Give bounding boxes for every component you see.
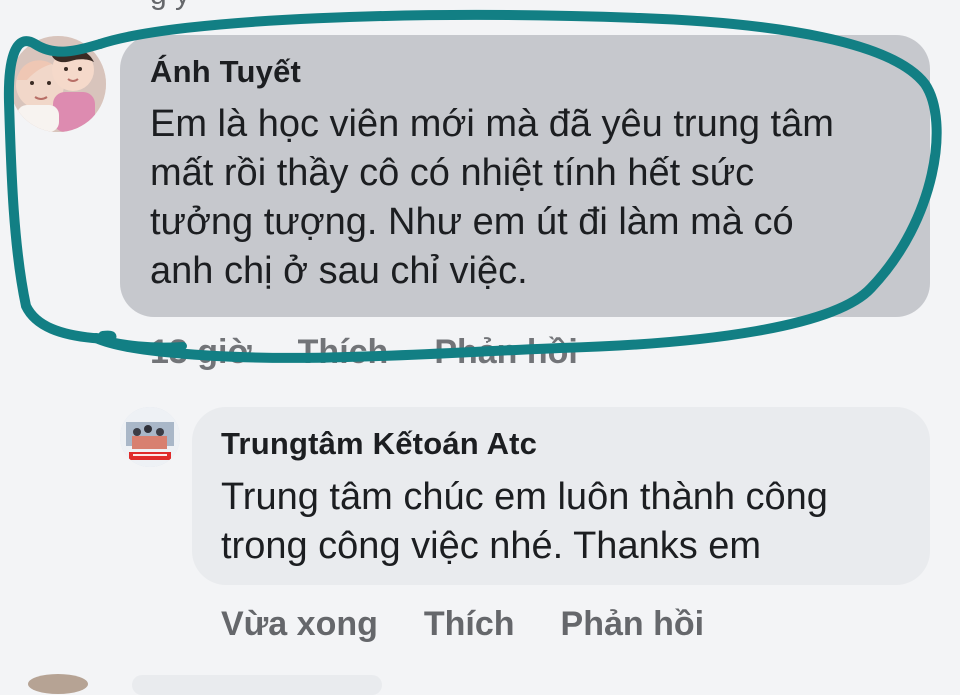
commenter-avatar[interactable] [10,36,106,132]
reply-timestamp[interactable]: Vừa xong [221,605,378,644]
reply-author[interactable]: Trungtâm Kếtoán Atc [221,426,537,462]
reply-avatar[interactable] [120,407,180,467]
reply-like-button[interactable]: Thích [424,605,515,644]
like-button[interactable]: Thích [298,333,389,372]
next-avatar-cutoff[interactable] [28,674,88,694]
comment-author[interactable]: Ánh Tuyết [150,54,301,90]
comment-actions: 13 giờ Thích Phản hồi [150,333,578,372]
child-photo-icon [10,36,106,132]
reply-actions: Vừa xong Thích Phản hồi [221,605,704,644]
reply-button[interactable]: Phản hồi [434,333,578,372]
reply-text: Trung tâm chúc em luôn thành công trong … [221,476,828,567]
reply-reply-button[interactable]: Phản hồi [561,605,705,644]
classroom-photo-icon [120,407,180,467]
comment-timestamp[interactable]: 13 giờ [150,333,252,372]
next-comment-bubble-cutoff[interactable] [132,675,382,695]
previous-comment-cutoff: g y [150,0,190,12]
comment-text: Em là học viên mới mà đã yêu trung tâm m… [150,103,834,292]
